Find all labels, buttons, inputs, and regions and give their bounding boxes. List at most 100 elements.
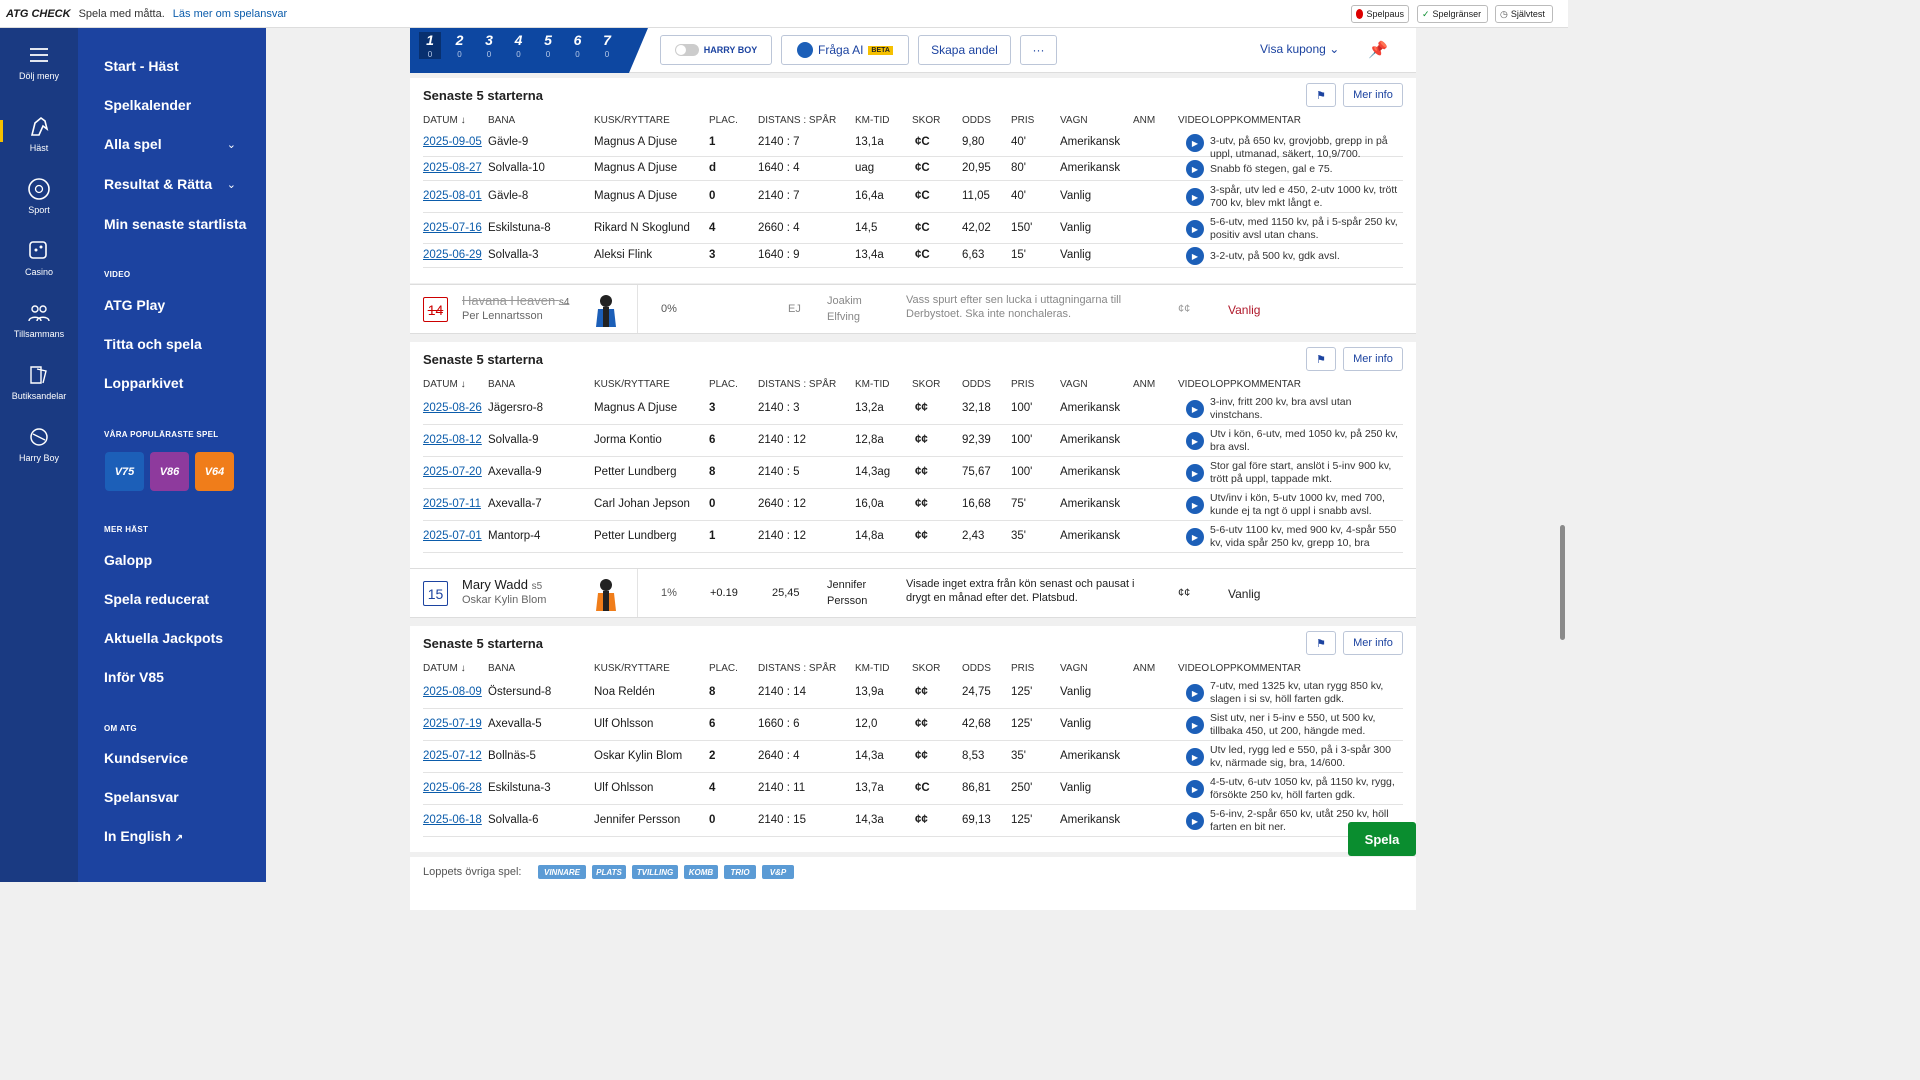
column-header[interactable]: DATUM ↓ <box>423 115 466 126</box>
play-video-icon[interactable]: ▶ <box>1186 684 1204 702</box>
race-date-link[interactable]: 2025-08-27 <box>423 162 482 174</box>
game-chip[interactable]: KOMB <box>684 865 718 879</box>
spela-button[interactable]: Spela <box>1348 822 1416 856</box>
show-coupon-link[interactable]: Visa kupong ⌄ <box>1260 42 1339 56</box>
play-video-icon[interactable]: ▶ <box>1186 496 1204 514</box>
play-video-icon[interactable]: ▶ <box>1186 464 1204 482</box>
scrollbar[interactable] <box>1560 525 1565 640</box>
rail-item-hide-menu[interactable]: Dölj meny <box>0 42 78 81</box>
play-video-icon[interactable]: ▶ <box>1186 220 1204 238</box>
race-date-link[interactable]: 2025-07-20 <box>423 466 482 478</box>
cart: Vanlig <box>1060 686 1092 698</box>
leg-6[interactable]: 60 <box>567 32 589 59</box>
track: Solvalla-10 <box>488 162 545 174</box>
play-video-icon[interactable]: ▶ <box>1186 160 1204 178</box>
sort-arrow-icon: ↓ <box>460 663 466 674</box>
more-options-button[interactable]: ··· <box>1020 35 1057 65</box>
game-chip[interactable]: TVILLING <box>632 865 678 879</box>
chevron-down-icon[interactable]: ⌄ <box>227 178 236 191</box>
play-video-icon[interactable]: ▶ <box>1186 247 1204 265</box>
play-video-icon[interactable]: ▶ <box>1186 528 1204 546</box>
menu-item-spela-reducerat[interactable]: Spela reducerat <box>104 591 209 607</box>
race-date-link[interactable]: 2025-08-26 <box>423 402 482 414</box>
play-video-icon[interactable]: ▶ <box>1186 134 1204 152</box>
rail-item-hast[interactable]: Häst <box>0 114 78 153</box>
menu-item-jackpots[interactable]: Aktuella Jackpots <box>104 630 223 646</box>
race-date-link[interactable]: 2025-08-12 <box>423 434 482 446</box>
play-video-icon[interactable]: ▶ <box>1186 812 1204 830</box>
spelpaus-button[interactable]: Spelpaus <box>1351 5 1409 23</box>
chevron-down-icon[interactable]: ⌄ <box>227 138 236 151</box>
race-date-link[interactable]: 2025-07-01 <box>423 530 482 542</box>
column-header[interactable]: DATUM ↓ <box>423 663 466 674</box>
menu-item-min-senaste[interactable]: Min senaste startlista <box>104 216 246 232</box>
leg-1[interactable]: 10 <box>419 32 441 59</box>
play-video-icon[interactable]: ▶ <box>1186 432 1204 450</box>
flag-button[interactable]: ⚑ <box>1306 347 1336 371</box>
play-video-icon[interactable]: ▶ <box>1186 780 1204 798</box>
horse-row[interactable]: 14 Havana Heaven s4 Per Lennartsson 0% EJ Joa… <box>410 284 1416 334</box>
race-date-link[interactable]: 2025-09-05 <box>423 136 482 148</box>
spelansvar-link[interactable]: Läs mer om spelansvar <box>173 8 287 20</box>
horse-row[interactable]: 15 Mary Wadd s5 Oskar Kylin Blom 1% +0.19 25,… <box>410 568 1416 618</box>
mer-info-button[interactable]: Mer info <box>1343 631 1403 655</box>
leg-7[interactable]: 70 <box>596 32 618 59</box>
menu-item-lopparkivet[interactable]: Lopparkivet <box>104 375 183 391</box>
menu-item-spelkalender[interactable]: Spelkalender <box>104 97 191 113</box>
menu-item-start[interactable]: Start - Häst <box>104 58 179 74</box>
game-v75[interactable]: V75 <box>105 452 144 491</box>
game-chip[interactable]: PLATS <box>592 865 626 879</box>
flag-button[interactable]: ⚑ <box>1306 631 1336 655</box>
column-header[interactable]: DATUM ↓ <box>423 379 466 390</box>
rail-item-tillsammans[interactable]: Tillsammans <box>0 300 78 339</box>
play-video-icon[interactable]: ▶ <box>1186 188 1204 206</box>
rail-item-harry-boy[interactable]: Harry Boy <box>0 424 78 463</box>
menu-item-in-english[interactable]: In English ↗ <box>104 828 183 844</box>
harry-boy-toggle[interactable]: HARRY BOY <box>660 35 772 65</box>
rail-item-butiksandelar[interactable]: Butiksandelar <box>0 362 78 401</box>
race-date-link[interactable]: 2025-07-11 <box>423 498 481 510</box>
game-chip[interactable]: VINNARE <box>538 865 586 879</box>
menu-item-infor-v85[interactable]: Inför V85 <box>104 669 164 685</box>
ask-ai-button[interactable]: Fråga AI BETA <box>781 35 909 65</box>
create-share-button[interactable]: Skapa andel <box>918 35 1011 65</box>
menu-item-resultat[interactable]: Resultat & Rätta <box>104 176 212 192</box>
rail-item-sport[interactable]: Sport <box>0 176 78 215</box>
horse-name[interactable]: Havana Heaven s4 <box>462 293 569 308</box>
sjalvtest-button[interactable]: ◷ Självtest <box>1495 5 1553 23</box>
race-date-link[interactable]: 2025-06-29 <box>423 249 482 261</box>
menu-item-kundservice[interactable]: Kundservice <box>104 750 188 766</box>
flag-button[interactable]: ⚑ <box>1306 83 1336 107</box>
rail-item-casino[interactable]: Casino <box>0 238 78 277</box>
toggle-switch[interactable] <box>674 44 699 56</box>
play-video-icon[interactable]: ▶ <box>1186 748 1204 766</box>
race-date-link[interactable]: 2025-07-16 <box>423 222 482 234</box>
menu-item-galopp[interactable]: Galopp <box>104 552 152 568</box>
play-video-icon[interactable]: ▶ <box>1186 716 1204 734</box>
race-date-link[interactable]: 2025-07-19 <box>423 718 482 730</box>
menu-item-atg-play[interactable]: ATG Play <box>104 297 165 313</box>
game-v86[interactable]: V86 <box>150 452 189 491</box>
race-date-link[interactable]: 2025-06-18 <box>423 814 482 826</box>
spelgranser-button[interactable]: ✓ Spelgränser <box>1417 5 1488 23</box>
menu-item-alla-spel[interactable]: Alla spel <box>104 136 162 152</box>
horse-name[interactable]: Mary Wadd s5 <box>462 577 542 592</box>
mer-info-button[interactable]: Mer info <box>1343 83 1403 107</box>
race-date-link[interactable]: 2025-06-28 <box>423 782 482 794</box>
game-chip[interactable]: TRIO <box>724 865 756 879</box>
menu-item-spelansvar[interactable]: Spelansvar <box>104 789 179 805</box>
mer-info-button[interactable]: Mer info <box>1343 347 1403 371</box>
game-chip[interactable]: V&P <box>762 865 794 879</box>
race-date-link[interactable]: 2025-07-12 <box>423 750 482 762</box>
menu-item-titta-och-spela[interactable]: Titta och spela <box>104 336 202 352</box>
play-video-icon[interactable]: ▶ <box>1186 400 1204 418</box>
leg-2[interactable]: 20 <box>449 32 471 59</box>
leg-3[interactable]: 30 <box>478 32 500 59</box>
leg-5[interactable]: 50 <box>537 32 559 59</box>
pin-icon[interactable]: 📌 <box>1368 40 1388 60</box>
race-date-link[interactable]: 2025-08-09 <box>423 686 482 698</box>
leg-4[interactable]: 40 <box>508 32 530 59</box>
game-v64[interactable]: V64 <box>195 452 234 491</box>
shoes: ¢¢ <box>1178 303 1191 315</box>
race-date-link[interactable]: 2025-08-01 <box>423 190 482 202</box>
